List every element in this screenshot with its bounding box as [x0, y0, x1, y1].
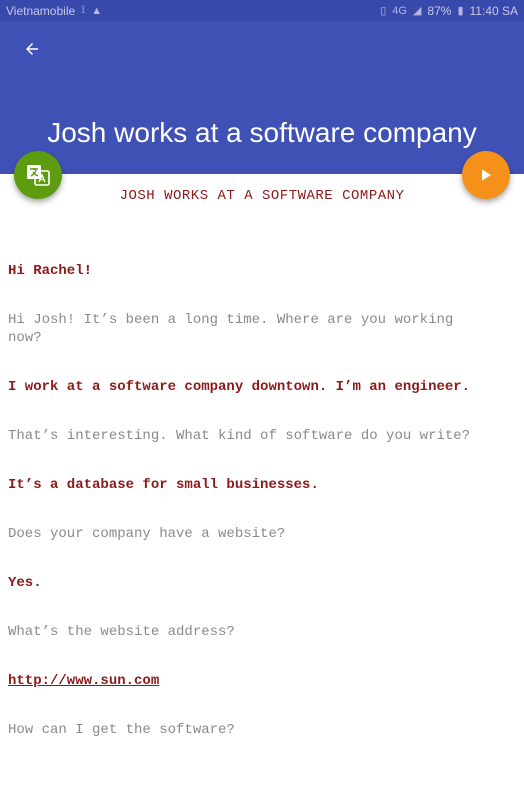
dialog-line: Hi Rachel! [8, 263, 93, 279]
carrier-label: Vietnamobile [6, 3, 76, 18]
signal-icon: ◢ [412, 5, 422, 17]
back-button[interactable] [18, 35, 46, 63]
battery-label: 87% [427, 3, 452, 18]
app-bar: Josh works at a software company [0, 21, 524, 174]
network-type-label: 4G [392, 4, 407, 17]
usb-icon: ⟟ [81, 4, 86, 16]
android-icon: ▲ [91, 4, 103, 17]
dialog-line: I work at a software company downtown. I… [8, 379, 471, 395]
status-bar: Vietnamobile ⟟ ▲ ▯ 4G ◢ 87% ▮ 11:40 SA [0, 0, 524, 21]
dialog-line: What’s the website address? [8, 624, 235, 640]
dialog-line: Yes. [8, 575, 42, 591]
page-title: Josh works at a software company [47, 117, 477, 148]
play-icon [482, 169, 491, 181]
dialog-line: Hi Josh! It’s been a long time. Where ar… [8, 312, 454, 346]
arrow-left-icon [26, 43, 38, 55]
translate-icon [27, 165, 50, 186]
dialog-line: It’s a database for small businesses. [8, 477, 319, 493]
dialog-line: That’s interesting. What kind of softwar… [8, 428, 471, 444]
dialog-line: How can I get the software? [8, 722, 235, 738]
dialog-heading: JOSH WORKS AT A SOFTWARE COMPANY [119, 188, 405, 204]
dialog-line: Does your company have a website? [8, 526, 286, 542]
vibrate-icon: ▯ [380, 5, 387, 17]
battery-icon: ▮ [457, 5, 464, 17]
clock: 11:40 SA [469, 3, 518, 18]
website-link[interactable]: http://www.sun.com [8, 672, 488, 690]
dialog-lines: Hi Rachel! Hi Josh! It’s been a long tim… [8, 262, 488, 739]
